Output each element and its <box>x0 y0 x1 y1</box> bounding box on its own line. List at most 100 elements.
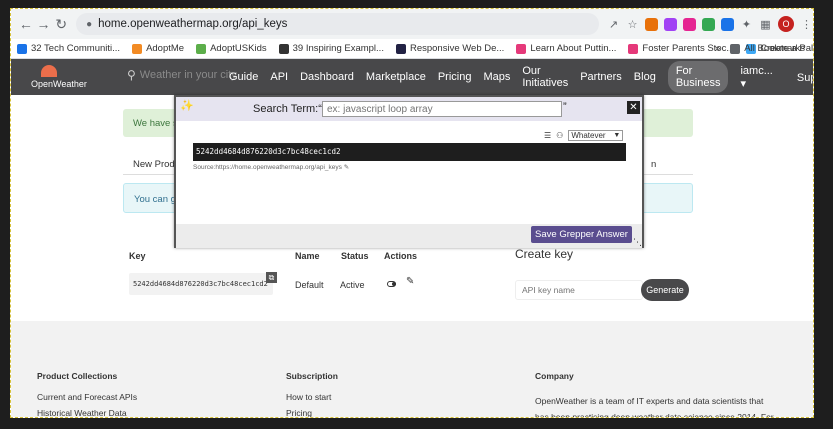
footer-link[interactable]: Historical Weather Data <box>37 409 137 417</box>
grepper-source-text: Source:https://home.openweathermap.org/a… <box>193 164 342 171</box>
extension-icon-3[interactable] <box>683 17 696 31</box>
footer-company-text: OpenWeather is a team of IT experts and … <box>535 396 774 418</box>
extension-icon-5[interactable] <box>721 17 734 31</box>
tab-right[interactable]: n <box>651 159 656 170</box>
nav-guide[interactable]: Guide <box>229 71 258 83</box>
column-header-actions: Actions <box>384 251 418 261</box>
column-header-name: Name <box>295 251 320 261</box>
site-header: OpenWeather ⚲ Weather in your city Guide… <box>11 59 813 95</box>
toggle-key-icon[interactable] <box>387 281 396 287</box>
column-header-key: Key <box>129 251 146 261</box>
bookmark-icon <box>628 43 639 54</box>
footer-link[interactable]: How to start <box>286 393 338 402</box>
share-icon[interactable]: ↗ <box>607 18 620 31</box>
browser-toolbar: ← → ↻ ● home.openweathermap.org/api_keys… <box>11 9 813 39</box>
footer-link[interactable]: Pricing <box>286 409 338 417</box>
extension-icon-4[interactable] <box>702 17 715 31</box>
grepper-dialog: ✨ Search Term:“ ” ✕ ☰ ⚇ Whatever ▼ 5242d… <box>174 95 644 248</box>
extension-row: ↗ ☆ ✦ ▦ O ⋮ <box>607 16 813 32</box>
support-menu[interactable]: Support▾ <box>796 71 813 84</box>
language-select[interactable]: Whatever ▼ <box>568 130 624 141</box>
footer-heading: Company <box>535 371 574 381</box>
grepper-search-label: Search Term:“ <box>253 103 322 115</box>
bookmark-icon <box>17 43 27 54</box>
grepper-search-input[interactable] <box>322 101 562 117</box>
footer-link[interactable]: Current and Forecast APIs <box>37 393 137 402</box>
edit-icon[interactable]: ✎ <box>406 276 414 287</box>
bookmark-label: AdoptMe <box>146 43 185 54</box>
sun-icon <box>41 65 57 77</box>
bookmark-label: AdoptUSKids <box>210 43 267 54</box>
grepper-close-quote: ” <box>563 101 567 113</box>
menu-icon[interactable]: ⋮ <box>800 18 813 31</box>
extension-icon-1[interactable] <box>645 17 658 31</box>
for-business-button[interactable]: For Business <box>667 61 729 93</box>
support-label: Support <box>796 71 813 84</box>
bookmark-item[interactable]: 39 Inspiring Exampl... <box>278 43 384 54</box>
bookmark-icon <box>516 43 527 54</box>
address-bar[interactable]: ● home.openweathermap.org/api_keys <box>76 13 599 35</box>
bookmark-label: 32 Tech Communiti... <box>31 43 121 54</box>
profile-avatar[interactable]: O <box>778 16 794 32</box>
bookmark-icon <box>395 43 406 54</box>
nav-initiatives[interactable]: Our Initiatives <box>522 65 568 89</box>
bookmark-item[interactable]: 32 Tech Communiti... <box>17 43 120 54</box>
copy-icon[interactable]: ⧉ <box>266 272 277 283</box>
list-icon[interactable]: ☰ <box>544 131 551 140</box>
nav-partners[interactable]: Partners <box>580 71 622 83</box>
bookmark-star-icon[interactable]: ☆ <box>626 18 639 31</box>
browser-window: ← → ↻ ● home.openweathermap.org/api_keys… <box>10 8 814 418</box>
api-key-name-input[interactable] <box>515 280 643 300</box>
footer-heading: Product Collections <box>37 371 118 381</box>
column-header-status: Status <box>341 251 369 261</box>
forward-icon[interactable]: → <box>35 14 53 34</box>
bookmark-icon <box>278 43 289 54</box>
back-icon[interactable]: ← <box>17 14 35 34</box>
users-icon[interactable]: ⚇ <box>556 131 563 140</box>
nav-pricing[interactable]: Pricing <box>438 71 472 83</box>
nav-blog[interactable]: Blog <box>634 71 656 83</box>
grepper-tools: ☰ ⚇ Whatever ▼ <box>544 130 624 141</box>
nav-dashboard[interactable]: Dashboard <box>300 71 354 83</box>
bookmark-label: Responsive Web De... <box>409 43 505 54</box>
bookmark-item[interactable]: Learn About Puttin... <box>516 43 616 54</box>
key-name: Default <box>295 280 324 290</box>
logo-text: OpenWeather <box>31 79 87 89</box>
site-info-icon[interactable]: ● <box>86 19 92 30</box>
site-search[interactable]: ⚲ Weather in your city <box>127 68 237 82</box>
pencil-icon[interactable]: ✎ <box>344 164 349 171</box>
bookmark-item[interactable]: AdoptMe <box>132 43 184 54</box>
api-key-value[interactable]: 5242dd4684d876220d3c7bc48cec1cd2 <box>129 273 273 295</box>
bookmark-item[interactable]: AdoptUSKids <box>196 43 267 54</box>
search-placeholder: Weather in your city <box>139 69 237 81</box>
nav-api[interactable]: API <box>270 71 288 83</box>
bookmark-label: 39 Inspiring Exampl... <box>292 43 384 54</box>
bookmark-item[interactable]: Responsive Web De... <box>395 43 505 54</box>
tab-new-products[interactable]: New Produ <box>133 159 180 170</box>
all-bookmarks[interactable]: » All Bookmarks <box>715 43 805 54</box>
folder-icon <box>730 43 741 54</box>
reload-icon[interactable]: ↻ <box>52 14 70 34</box>
resize-handle-icon[interactable]: ⋱ <box>633 237 642 248</box>
side-panel-icon[interactable]: ▦ <box>759 18 772 31</box>
grepper-source: Source:https://home.openweathermap.org/a… <box>193 163 349 171</box>
puzzle-icon[interactable]: ✦ <box>740 18 753 31</box>
caret-down-icon: ▾ <box>740 77 746 90</box>
grepper-logo-icon: ✨ <box>180 100 194 112</box>
site-logo[interactable]: OpenWeather <box>31 63 91 91</box>
user-menu[interactable]: iamc... ▾ <box>740 65 784 90</box>
nav-maps[interactable]: Maps <box>483 71 510 83</box>
key-status: Active <box>340 280 365 290</box>
search-icon: ⚲ <box>127 68 136 82</box>
language-value: Whatever <box>571 131 606 140</box>
extension-icon-2[interactable] <box>664 17 677 31</box>
user-name: iamc... <box>740 64 773 77</box>
chevron-down-icon: ▼ <box>613 132 621 139</box>
footer-col-subscription: Subscription How to start Pricing <box>286 371 338 417</box>
generate-button[interactable]: Generate <box>641 279 689 301</box>
nav-marketplace[interactable]: Marketplace <box>366 71 426 83</box>
close-icon[interactable]: ✕ <box>627 101 640 114</box>
all-bookmarks-label: All Bookmarks <box>744 43 805 54</box>
save-grepper-answer-button[interactable]: Save Grepper Answer <box>531 226 632 243</box>
grepper-code-box[interactable]: 5242dd4684d876220d3c7bc48cec1cd2 <box>193 143 626 161</box>
